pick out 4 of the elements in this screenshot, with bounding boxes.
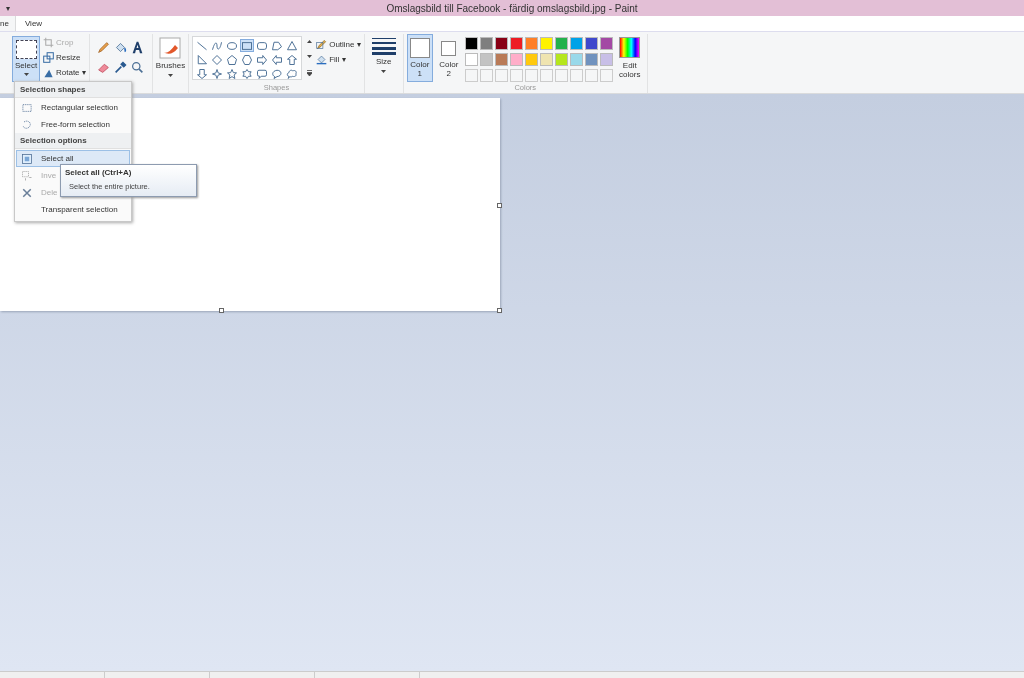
menu-header: Selection options bbox=[15, 133, 131, 149]
tooltip-title: Select all (Ctrl+A) bbox=[65, 168, 133, 177]
window-title: Omslagsbild till Facebook - färdig omslagsbild.jpg - Paint bbox=[385, 2, 639, 14]
menu-header: Selection shapes bbox=[15, 82, 131, 98]
